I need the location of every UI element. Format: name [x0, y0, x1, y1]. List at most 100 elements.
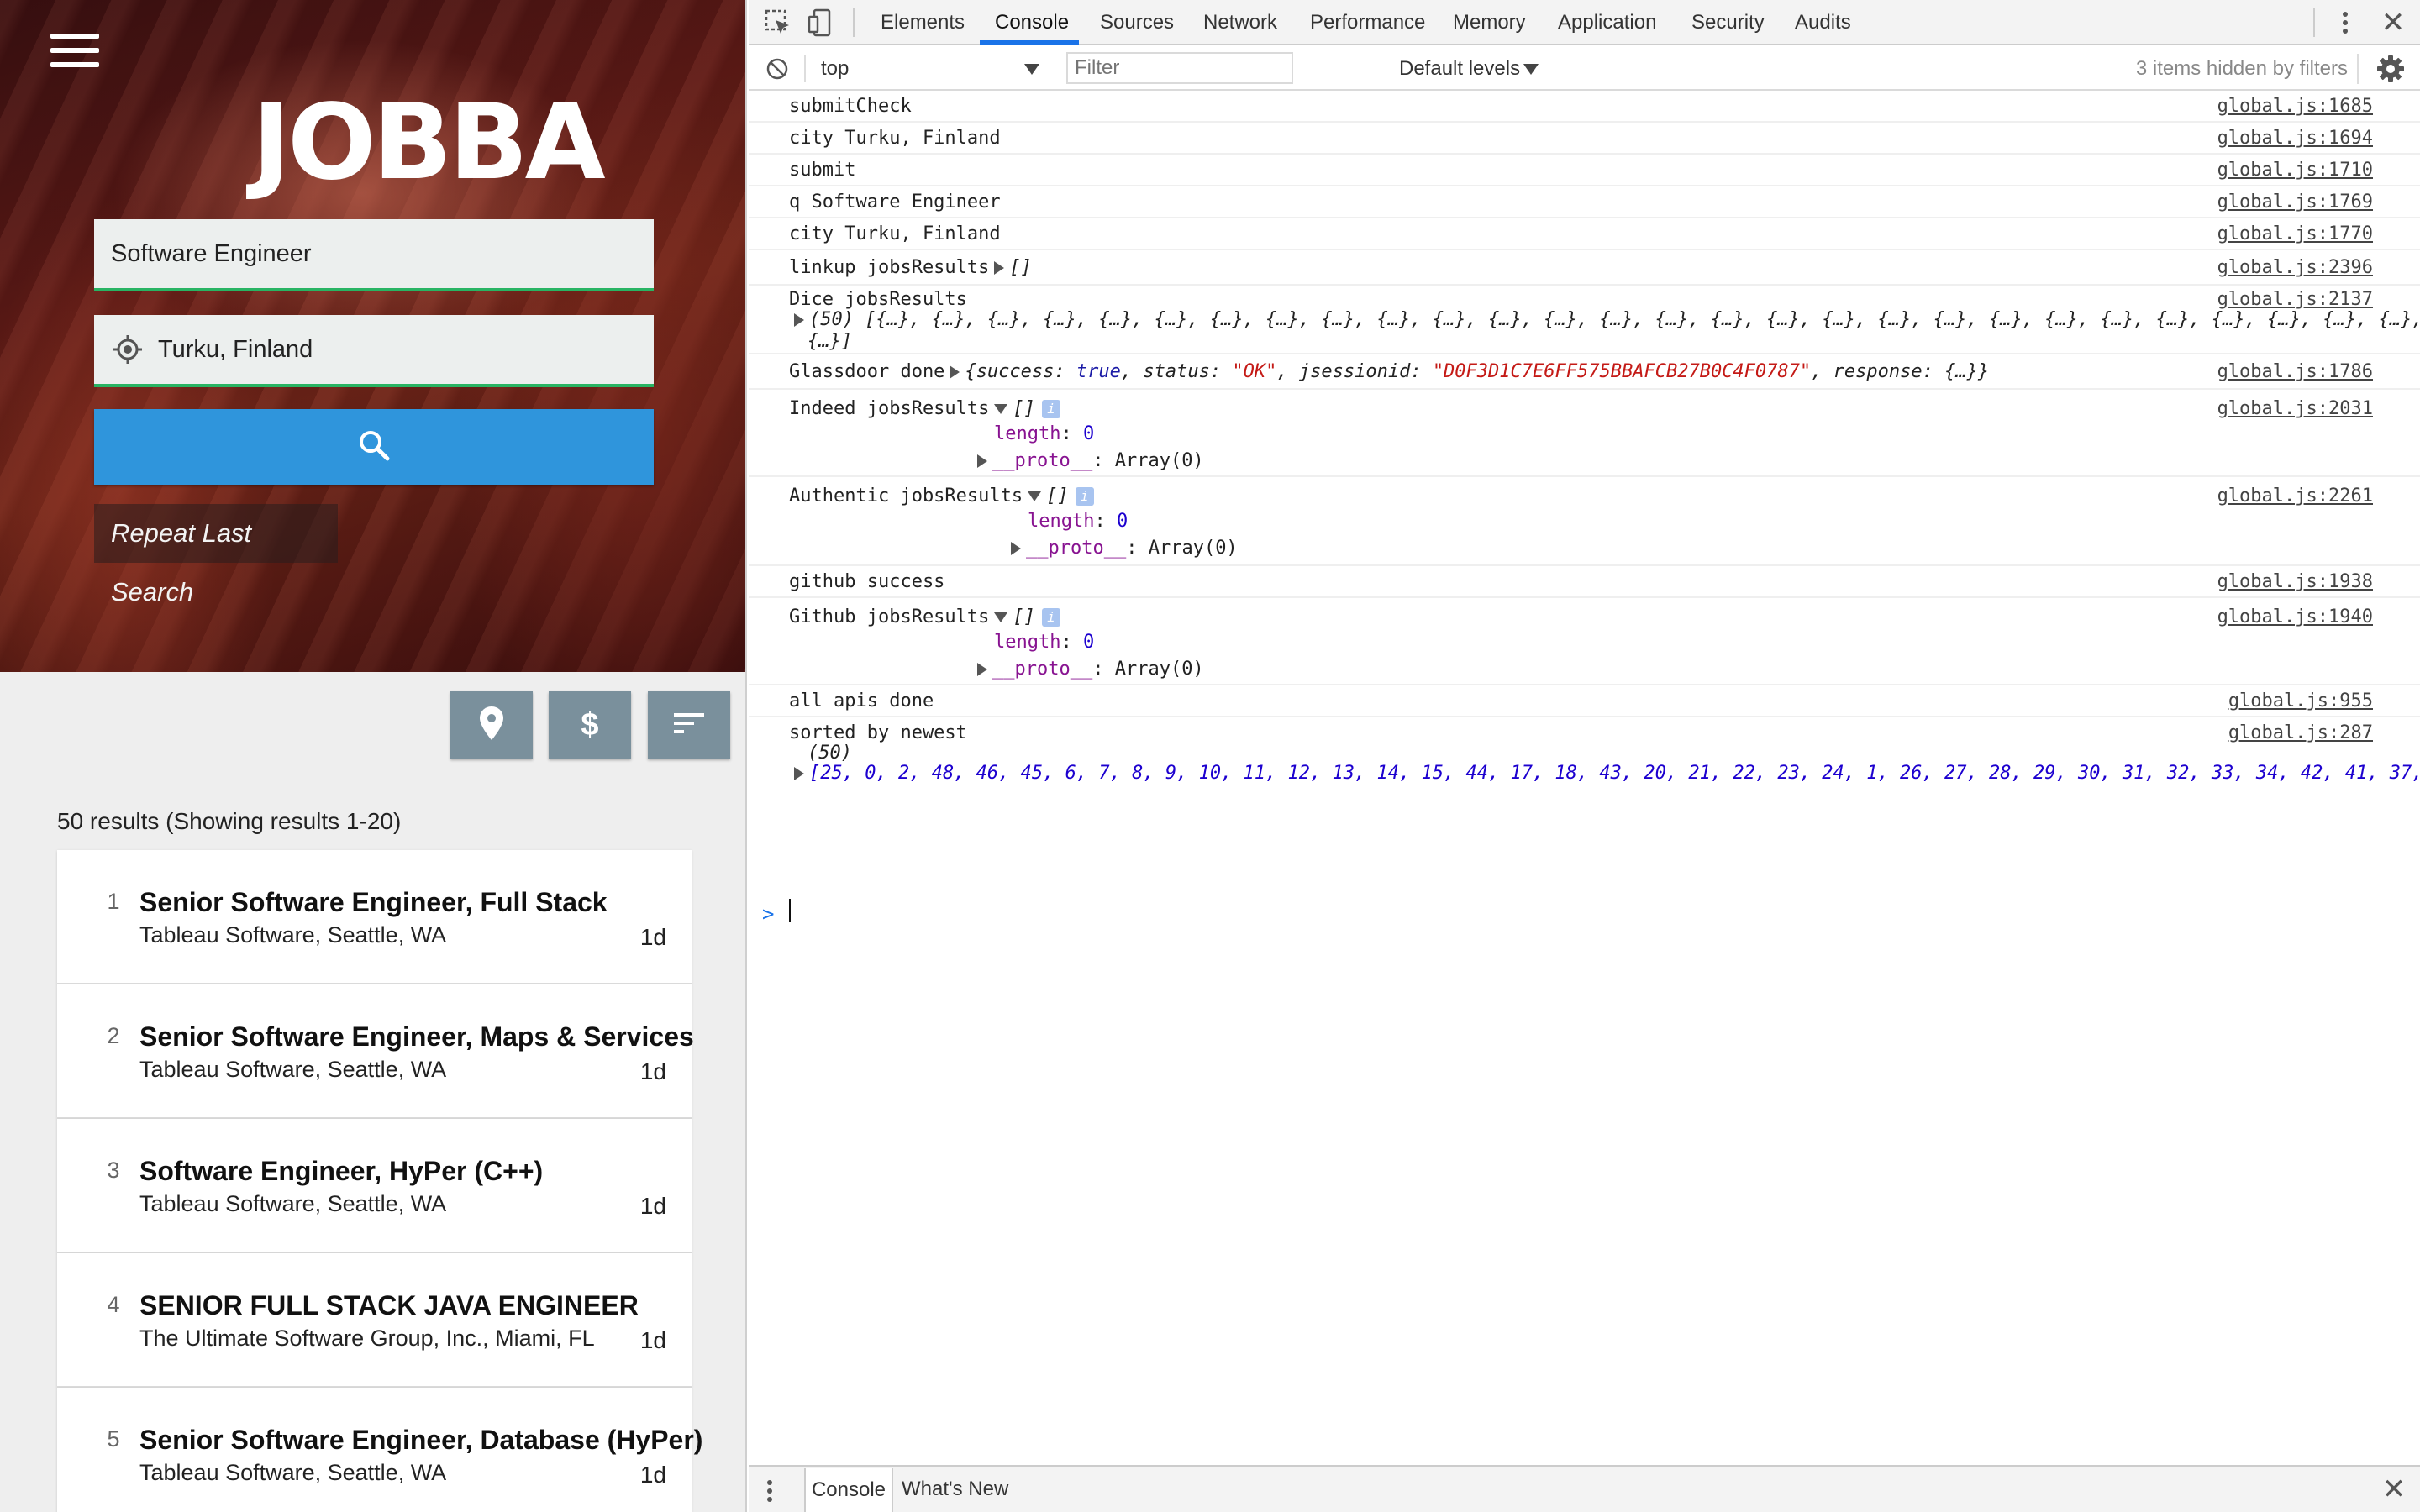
collapse-arrow-icon[interactable] [994, 404, 1008, 414]
tab-memory[interactable]: Memory [1453, 0, 1526, 45]
tab-application[interactable]: Application [1558, 0, 1656, 45]
source-link[interactable]: global.js:955 [2228, 690, 2373, 711]
source-link[interactable]: global.js:1770 [2217, 223, 2373, 244]
results-count: 50 results (Showing results 1-20) [57, 808, 402, 834]
job-title[interactable]: Senior Software Engineer, Maps & Service… [139, 1021, 694, 1053]
object-preview: [] [1013, 398, 1035, 419]
console-message: Dice jobsResults global.js:2137 (50) [{…… [749, 286, 2420, 354]
job-card[interactable]: 5 Senior Software Engineer, Database (Hy… [57, 1388, 702, 1512]
console-message: q Software Engineer global.js:1769 [749, 186, 2420, 218]
job-title[interactable]: Software Engineer, HyPer (C++) [139, 1156, 543, 1187]
console-label: Github jobsResults [789, 606, 990, 627]
source-link[interactable]: global.js:1694 [2217, 128, 2373, 149]
job-card[interactable]: 4 SENIOR FULL STACK JAVA ENGINEER The Ul… [57, 1253, 692, 1388]
location-input[interactable] [158, 335, 629, 364]
close-drawer-icon[interactable]: ✕ [2380, 1475, 2408, 1504]
more-options-icon[interactable] [2337, 10, 2354, 35]
tab-network[interactable]: Network [1203, 0, 1277, 45]
source-link[interactable]: global.js:2396 [2217, 257, 2373, 278]
job-rank: 2 [107, 1023, 120, 1048]
job-title[interactable]: Senior Software Engineer, Database (HyPe… [139, 1425, 702, 1456]
property-key: __proto__ [992, 450, 1093, 471]
drawer-menu-icon[interactable] [764, 1478, 776, 1504]
job-card[interactable]: 3 Software Engineer, HyPer (C++) Tableau… [57, 1119, 692, 1253]
job-title[interactable]: Senior Software Engineer, Full Stack [139, 887, 608, 918]
job-query-input[interactable] [111, 239, 581, 268]
collapse-arrow-icon[interactable] [994, 612, 1008, 622]
log-levels-select[interactable]: Default levels [1399, 47, 1520, 91]
property-row: __proto__: Array(0) [972, 659, 1204, 680]
console-text: submit [789, 160, 856, 181]
tab-console[interactable]: Console [995, 0, 1069, 45]
toolbar-separator [804, 55, 806, 82]
repeat-last-search-button[interactable]: Repeat Last Search [94, 504, 338, 606]
console-message: sorted by newest global.js:287 (50) [25,… [749, 717, 2420, 895]
expand-arrow-icon[interactable] [950, 365, 960, 379]
expand-arrow-icon[interactable] [977, 663, 987, 676]
obj-key: status [1143, 361, 1210, 382]
tab-elements[interactable]: Elements [881, 0, 965, 45]
source-link[interactable]: global.js:1710 [2217, 160, 2373, 181]
menu-icon[interactable] [50, 34, 99, 67]
source-link[interactable]: global.js:2261 [2217, 486, 2373, 507]
close-devtools-icon[interactable]: ✕ [2379, 8, 2407, 37]
job-company-location: Tableau Software, Seattle, WA [139, 922, 447, 948]
source-link[interactable]: global.js:1769 [2217, 192, 2373, 213]
console-text: city Turku, Finland [789, 223, 1001, 244]
console-text: Glassdoor done {success: true, status: "O… [789, 361, 1990, 382]
device-toolbar-icon[interactable] [808, 8, 836, 37]
gps-icon[interactable] [113, 334, 143, 365]
source-link[interactable]: global.js:1786 [2217, 361, 2373, 382]
property-key: length [994, 632, 1061, 653]
tab-sources[interactable]: Sources [1100, 0, 1174, 45]
console-text: Github jobsResults [] i [789, 606, 1060, 627]
console-input-caret[interactable] [789, 899, 791, 922]
tab-performance[interactable]: Performance [1310, 0, 1425, 45]
job-card[interactable]: 2 Senior Software Engineer, Maps & Servi… [57, 984, 694, 1119]
object-preview: [] [1009, 257, 1032, 278]
expand-arrow-icon[interactable] [794, 313, 804, 327]
search-hero: JOBBA Repeat Last Search [0, 0, 745, 672]
search-button[interactable] [94, 409, 654, 485]
job-card[interactable]: 1 Senior Software Engineer, Full Stack T… [57, 850, 692, 984]
tab-security[interactable]: Security [1691, 0, 1765, 45]
expand-arrow-icon[interactable] [977, 454, 987, 468]
inspect-element-icon[interactable] [764, 8, 792, 37]
obj-key: response [1833, 361, 1923, 382]
collapse-arrow-icon[interactable] [1028, 491, 1042, 501]
drawer-tab-console[interactable]: Console [804, 1468, 893, 1512]
object-preview: [] [1013, 606, 1035, 627]
expand-arrow-icon[interactable] [994, 261, 1005, 275]
salary-filter-button[interactable]: $ [549, 691, 631, 759]
array-preview-tail: {…}] [808, 331, 852, 352]
console-message: city Turku, Finland global.js:1770 [749, 218, 2420, 250]
info-icon[interactable]: i [1041, 400, 1060, 418]
source-link[interactable]: global.js:1940 [2217, 606, 2373, 627]
console-message: Github jobsResults [] i global.js:1940 len… [749, 598, 2420, 685]
clear-console-icon[interactable] [765, 57, 789, 81]
info-icon[interactable]: i [1075, 487, 1094, 506]
info-icon[interactable]: i [1041, 608, 1060, 627]
tab-audits[interactable]: Audits [1795, 0, 1851, 45]
source-link[interactable]: global.js:287 [2228, 722, 2373, 743]
console-prompt-icon: > [762, 902, 775, 926]
source-link[interactable]: global.js:1938 [2217, 571, 2373, 592]
drawer-tab-whats-new[interactable]: What's New [902, 1467, 1008, 1512]
job-company-location: Tableau Software, Seattle, WA [139, 1460, 447, 1485]
job-query-field[interactable] [94, 219, 654, 291]
job-title[interactable]: SENIOR FULL STACK JAVA ENGINEER [139, 1290, 639, 1321]
chevron-down-icon [1024, 64, 1039, 75]
source-link[interactable]: global.js:1685 [2217, 96, 2373, 117]
source-link[interactable]: global.js:2137 [2217, 289, 2373, 310]
location-filter-button[interactable] [450, 691, 533, 759]
dollar-icon: $ [581, 706, 599, 743]
gear-icon[interactable] [2376, 55, 2405, 83]
console-message: submit global.js:1710 [749, 155, 2420, 186]
location-field[interactable] [94, 315, 654, 387]
expand-arrow-icon[interactable] [1011, 542, 1021, 555]
console-filter-input[interactable] [1066, 52, 1293, 84]
console-message: Indeed jobsResults [] i global.js:2031 len… [749, 390, 2420, 477]
source-link[interactable]: global.js:2031 [2217, 398, 2373, 419]
sort-button[interactable] [648, 691, 730, 759]
expand-arrow-icon[interactable] [794, 767, 804, 780]
